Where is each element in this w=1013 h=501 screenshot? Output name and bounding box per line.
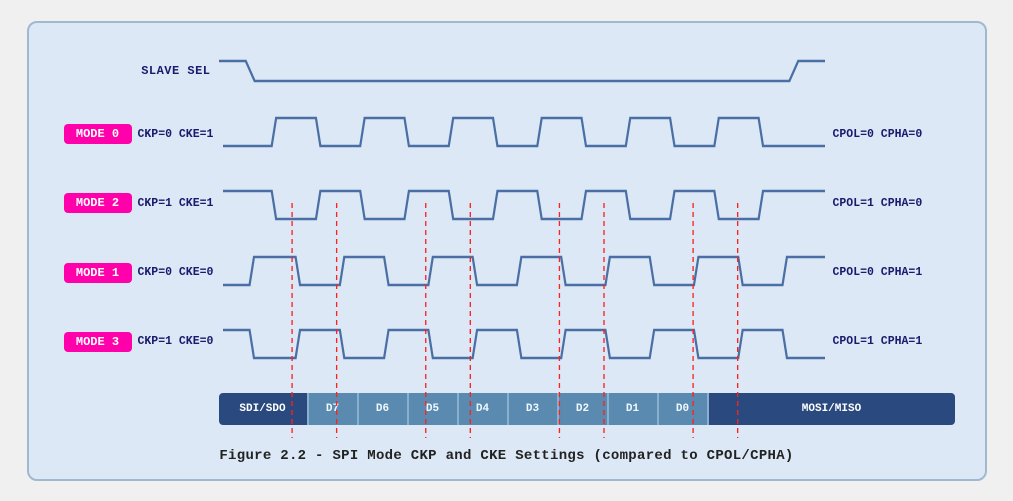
data-bus-row: SDI/SDO D7 D6 D5 D4 D3 D2 D1 D0 MOSI/MIS…: [59, 391, 955, 427]
slave-signal: [219, 53, 825, 89]
figure-caption: Figure 2.2 - SPI Mode CKP and CKE Settin…: [59, 448, 955, 464]
slave-label: SLAVE SEL: [59, 64, 219, 78]
mode1-waveform: [223, 249, 825, 297]
mode-right-3: CPOL=1 CPHA=1: [825, 335, 955, 348]
data-cell-d5: D5: [409, 393, 459, 425]
timing-diagram: SLAVE SEL MODE 0 CKP=0 CKE=1 CPOL=0 C: [59, 43, 955, 438]
data-cell-d7: D7: [309, 393, 359, 425]
data-cell-d2: D2: [559, 393, 609, 425]
diagram-container: SLAVE SEL MODE 0 CKP=0 CKE=1 CPOL=0 C: [27, 21, 987, 481]
mode-badge-1: MODE 1: [64, 263, 132, 283]
mode-badge-0: MODE 0: [64, 124, 132, 144]
data-bus: SDI/SDO D7 D6 D5 D4 D3 D2 D1 D0 MOSI/MIS…: [219, 393, 955, 425]
mode-params-0: CKP=0 CKE=1: [138, 128, 223, 141]
data-cell-d3: D3: [509, 393, 559, 425]
data-cell-d1: D1: [609, 393, 659, 425]
mode-params-2: CKP=1 CKE=1: [138, 197, 223, 210]
mode-right-2: CPOL=1 CPHA=0: [825, 197, 955, 210]
mode-row-2: MODE 2 CKP=1 CKE=1 CPOL=1 CPHA=0: [59, 179, 955, 227]
mode2-waveform: [223, 179, 825, 227]
slave-row: SLAVE SEL: [59, 53, 955, 89]
data-cell-d6: D6: [359, 393, 409, 425]
mode-row-1: MODE 1 CKP=0 CKE=0 CPOL=0 CPHA=1: [59, 249, 955, 297]
data-cell-d0: D0: [659, 393, 709, 425]
data-cell-d4: D4: [459, 393, 509, 425]
mode-right-0: CPOL=0 CPHA=0: [825, 128, 955, 141]
data-cell-mosimiso: MOSI/MISO: [709, 393, 955, 425]
mode0-waveform: [223, 110, 825, 158]
mode-signal-3: [223, 318, 825, 366]
mode-params-1: CKP=0 CKE=0: [138, 266, 223, 279]
data-cell-sdisdo: SDI/SDO: [219, 393, 309, 425]
mode-row-3: MODE 3 CKP=1 CKE=0 CPOL=1 CPHA=1: [59, 318, 955, 366]
mode-right-1: CPOL=0 CPHA=1: [825, 266, 955, 279]
mode-badge-2: MODE 2: [64, 193, 132, 213]
slave-waveform: [219, 53, 825, 89]
mode-row-0: MODE 0 CKP=0 CKE=1 CPOL=0 CPHA=0: [59, 110, 955, 158]
mode-signal-0: [223, 110, 825, 158]
mode-badge-3: MODE 3: [64, 332, 132, 352]
mode-params-3: CKP=1 CKE=0: [138, 335, 223, 348]
mode3-waveform: [223, 318, 825, 366]
mode-signal-1: [223, 249, 825, 297]
mode-signal-2: [223, 179, 825, 227]
